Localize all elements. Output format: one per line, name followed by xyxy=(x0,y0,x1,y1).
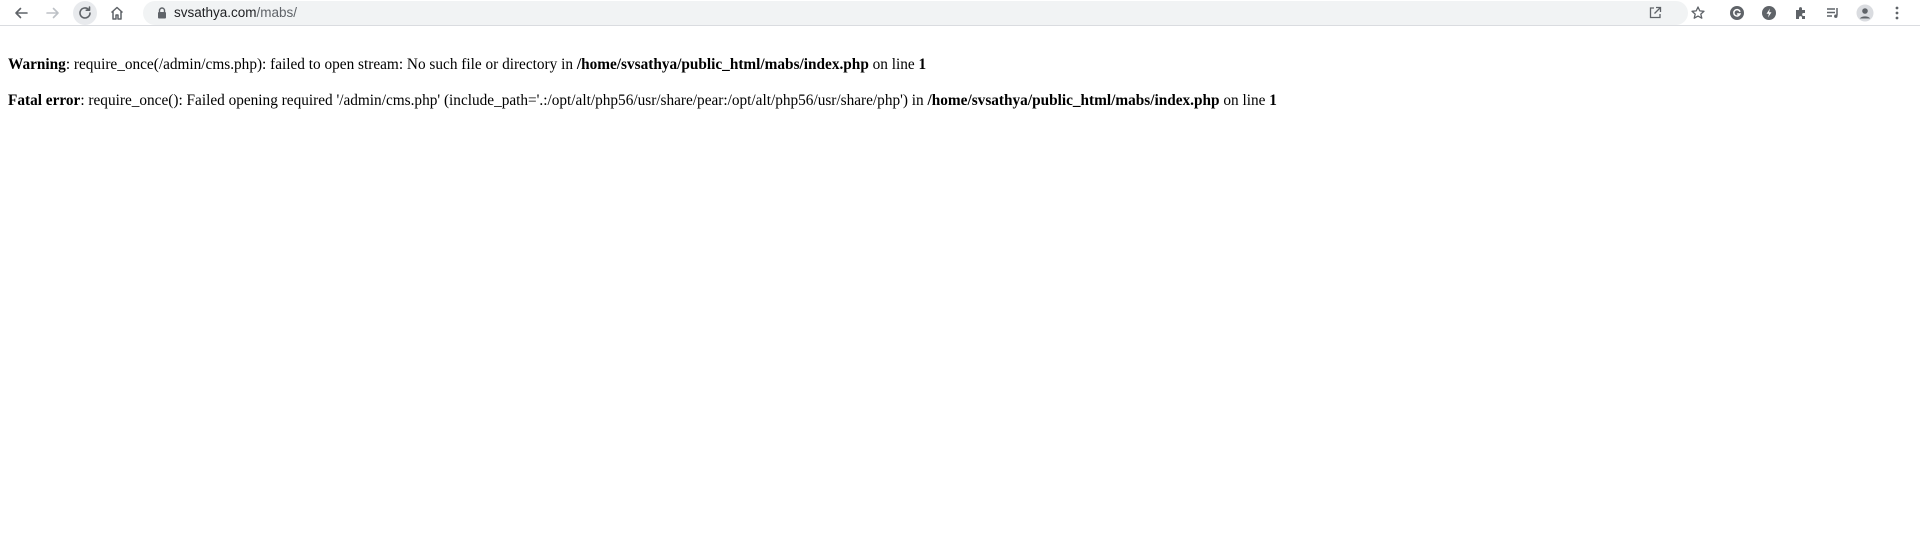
warning-label: Warning xyxy=(8,56,66,73)
url-path: /mabs/ xyxy=(256,5,298,20)
address-bar[interactable]: svsathya.com/mabs/ xyxy=(143,1,1688,25)
kebab-menu-icon[interactable] xyxy=(1885,1,1909,25)
browser-toolbar: svsathya.com/mabs/ xyxy=(0,0,1920,26)
warning-line-text: on line xyxy=(868,56,919,73)
lock-icon[interactable] xyxy=(155,6,169,20)
lightning-extension-icon[interactable] xyxy=(1757,1,1781,25)
warning-line-number: 1 xyxy=(918,56,927,73)
profile-avatar-icon[interactable] xyxy=(1853,1,1877,25)
php-warning-message: Warning: require_once(/admin/cms.php): f… xyxy=(8,55,1912,75)
page-content: Warning: require_once(/admin/cms.php): f… xyxy=(8,55,1912,111)
url-text[interactable]: svsathya.com/mabs/ xyxy=(174,1,297,25)
forward-button[interactable] xyxy=(41,1,65,25)
php-fatal-error-message: Fatal error: require_once(): Failed open… xyxy=(8,91,1912,111)
reading-list-icon[interactable] xyxy=(1821,1,1845,25)
home-icon xyxy=(110,6,124,20)
url-host: svsathya.com xyxy=(174,5,257,20)
fatal-error-label: Fatal error xyxy=(8,92,81,109)
reload-icon xyxy=(79,6,91,19)
warning-file-path: /home/svsathya/public_html/mabs/index.ph… xyxy=(576,56,869,73)
grammarly-icon[interactable] xyxy=(1725,1,1749,25)
bookmark-star-icon[interactable] xyxy=(1686,1,1710,25)
back-button[interactable] xyxy=(9,1,33,25)
reload-button[interactable] xyxy=(73,1,97,25)
share-icon[interactable] xyxy=(1646,4,1664,22)
extensions-puzzle-icon[interactable] xyxy=(1789,1,1813,25)
fatal-error-file-path: /home/svsathya/public_html/mabs/index.ph… xyxy=(927,92,1220,109)
warning-text: : require_once(/admin/cms.php): failed t… xyxy=(65,56,577,73)
fatal-error-line-number: 1 xyxy=(1269,92,1277,109)
home-button[interactable] xyxy=(105,1,129,25)
fatal-error-line-text: on line xyxy=(1219,92,1270,109)
fatal-error-text: : require_once(): Failed opening require… xyxy=(80,92,928,109)
arrow-left-icon xyxy=(15,7,28,19)
arrow-right-icon xyxy=(46,7,59,19)
